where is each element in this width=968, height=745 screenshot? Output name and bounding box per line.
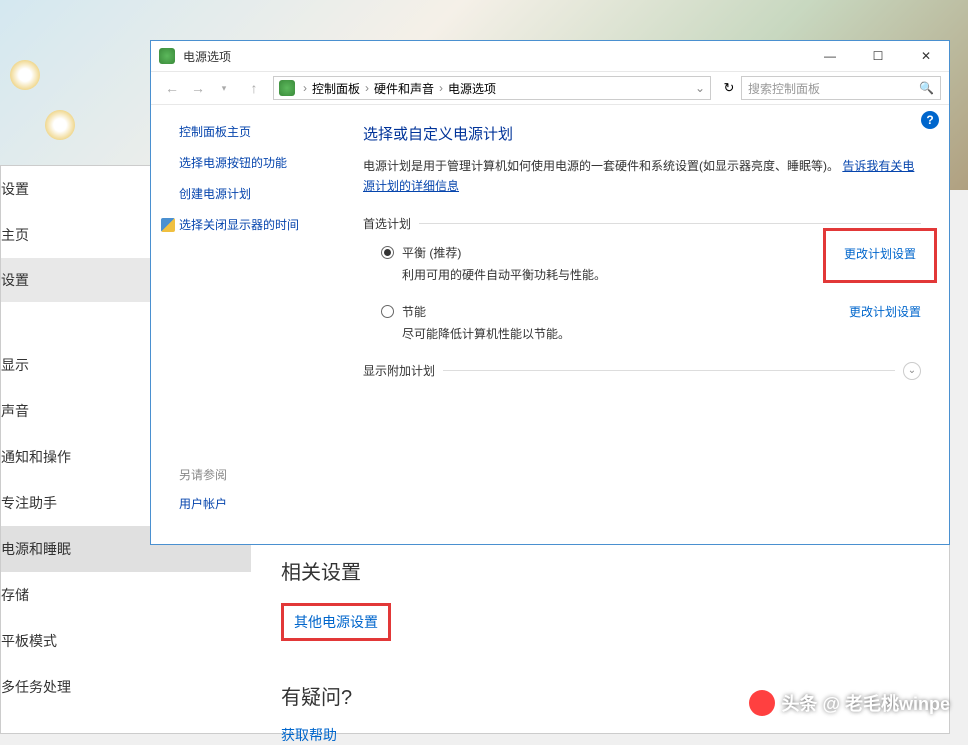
plan-row: 平衡 (推荐) 利用可用的硬件自动平衡功耗与性能。 更改计划设置: [363, 244, 921, 283]
navbar: ← → ▾ ↑ › 控制面板 › 硬件和声音 › 电源选项 ⌄ ↻ 搜索控制面板…: [151, 71, 949, 105]
plan-description: 利用可用的硬件自动平衡功耗与性能。: [402, 266, 823, 283]
radio-balanced[interactable]: [381, 246, 394, 259]
plan-name: 平衡 (推荐): [402, 244, 823, 261]
search-placeholder: 搜索控制面板: [748, 80, 820, 97]
plan-row: 节能 尽可能降低计算机性能以节能。 更改计划设置: [363, 303, 921, 342]
chevron-right-icon: ›: [362, 81, 372, 95]
sidebar-link-label: 选择关闭显示器的时间: [179, 216, 299, 233]
chevron-right-icon: ›: [436, 81, 446, 95]
plan-description: 尽可能降低计算机性能以节能。: [402, 325, 849, 342]
help-icon[interactable]: ?: [921, 111, 939, 129]
radio-power-saver[interactable]: [381, 305, 394, 318]
close-button[interactable]: ✕: [911, 49, 941, 63]
chevron-right-icon: ›: [300, 81, 310, 95]
sidebar-item[interactable]: 平板模式: [1, 618, 251, 664]
see-also-section: 另请参阅 用户帐户: [179, 466, 227, 526]
power-icon: [159, 48, 175, 64]
see-also-label: 另请参阅: [179, 466, 227, 483]
sidebar-link[interactable]: 选择关闭显示器的时间: [161, 216, 351, 233]
sidebar: 控制面板主页 选择电源按钮的功能 创建电源计划 选择关闭显示器的时间 另请参阅 …: [151, 105, 351, 544]
change-plan-settings-link[interactable]: 更改计划设置: [844, 247, 916, 261]
main-content: ? 选择或自定义电源计划 电源计划是用于管理计算机如何使用电源的一套硬件和系统设…: [351, 105, 949, 544]
chevron-down-icon[interactable]: ⌄: [695, 81, 705, 95]
shield-icon: [161, 218, 175, 232]
breadcrumb-item[interactable]: 电源选项: [448, 80, 496, 97]
settings-main: 相关设置 其他电源设置 有疑问? 获取帮助: [281, 556, 881, 745]
decoration: [10, 60, 40, 90]
sidebar-link[interactable]: 创建电源计划: [179, 185, 351, 202]
other-power-settings-link[interactable]: 其他电源设置: [294, 614, 378, 630]
decoration: [45, 110, 75, 140]
search-input[interactable]: 搜索控制面板 🔍: [741, 76, 941, 100]
breadcrumb-item[interactable]: 硬件和声音: [374, 80, 434, 97]
dropdown-history[interactable]: ▾: [211, 76, 237, 100]
control-panel-window: 电源选项 — ☐ ✕ ← → ▾ ↑ › 控制面板 › 硬件和声音 › 电源选项…: [150, 40, 950, 545]
related-heading: 相关设置: [281, 556, 881, 585]
show-additional-plans[interactable]: 显示附加计划 ⌄: [363, 362, 921, 380]
back-button[interactable]: ←: [159, 76, 185, 100]
plan-name: 节能: [402, 303, 849, 320]
get-help-link[interactable]: 获取帮助: [281, 725, 881, 745]
page-heading: 选择或自定义电源计划: [363, 123, 921, 144]
breadcrumb-item[interactable]: 控制面板: [312, 80, 360, 97]
sidebar-item[interactable]: 多任务处理: [1, 664, 251, 710]
minimize-button[interactable]: —: [815, 49, 845, 63]
titlebar: 电源选项 — ☐ ✕: [151, 41, 949, 71]
refresh-button[interactable]: ↻: [717, 80, 741, 96]
page-description: 电源计划是用于管理计算机如何使用电源的一套硬件和系统设置(如显示器亮度、睡眠等)…: [363, 156, 921, 197]
breadcrumb[interactable]: › 控制面板 › 硬件和声音 › 电源选项 ⌄: [273, 76, 711, 100]
window-title: 电源选项: [183, 48, 815, 65]
power-icon: [279, 80, 295, 96]
highlight-box: 更改计划设置: [823, 228, 937, 283]
search-icon: 🔍: [919, 81, 934, 95]
forward-button[interactable]: →: [185, 76, 211, 100]
maximize-button[interactable]: ☐: [863, 49, 893, 63]
watermark: 头条 @ 老毛桃winpe: [749, 690, 950, 716]
highlight-box: 其他电源设置: [281, 603, 391, 641]
control-panel-home-link[interactable]: 控制面板主页: [179, 123, 351, 140]
user-accounts-link[interactable]: 用户帐户: [179, 495, 227, 512]
chevron-down-icon[interactable]: ⌄: [903, 362, 921, 380]
sidebar-item[interactable]: 存储: [1, 572, 251, 618]
change-plan-settings-link[interactable]: 更改计划设置: [849, 303, 921, 342]
up-button[interactable]: ↑: [241, 76, 267, 100]
watermark-logo: [749, 690, 775, 716]
sidebar-link[interactable]: 选择电源按钮的功能: [179, 154, 351, 171]
